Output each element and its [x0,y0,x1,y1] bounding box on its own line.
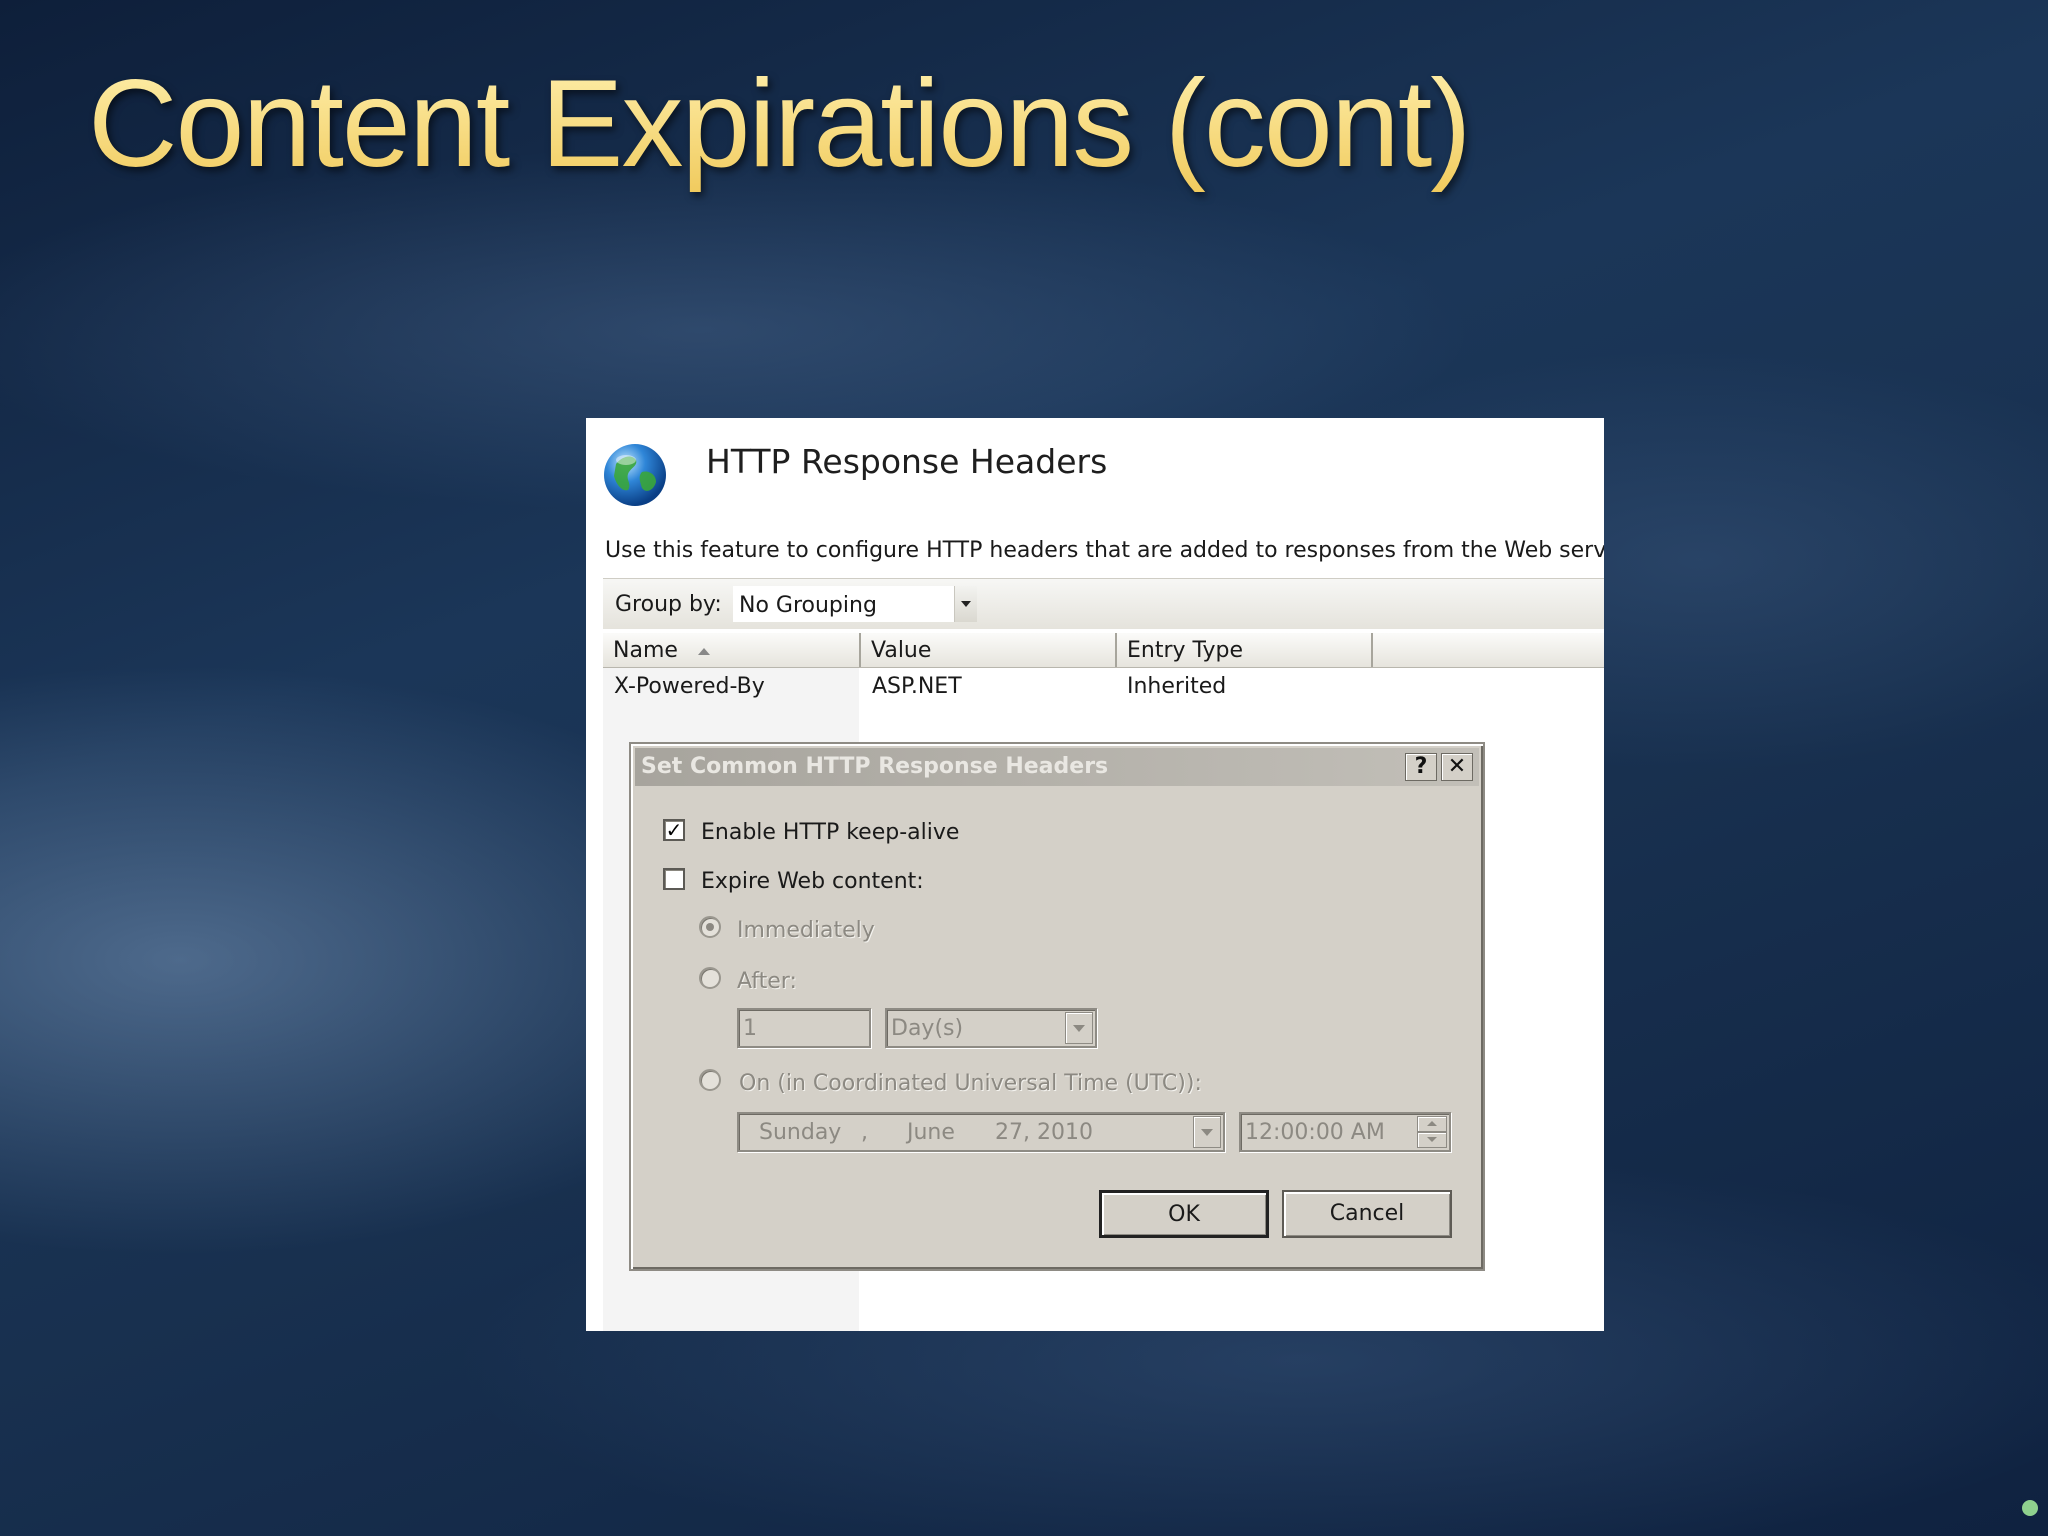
slide-indicator-dot [2022,1500,2038,1516]
row-name[interactable]: X-Powered-By [614,674,765,699]
date-day-year: 27, 2010 [995,1120,1093,1145]
group-by-select[interactable]: No Grouping [733,586,977,622]
keep-alive-checkbox[interactable]: ✓ [663,819,685,841]
check-icon: ✓ [665,818,683,842]
after-value: 1 [743,1016,757,1041]
immediately-label: Immediately [737,918,875,943]
on-date-label: On (in Coordinated Universal Time (UTC))… [739,1071,1202,1096]
dialog-title: Set Common HTTP Response Headers [641,754,1109,779]
sort-ascending-icon [697,647,710,655]
cancel-button[interactable]: Cancel [1282,1190,1452,1238]
time-value: 12:00:00 AM [1245,1120,1385,1145]
globe-icon [604,444,666,506]
date-month: June [907,1120,955,1145]
group-by-bar: Group by: No Grouping [603,578,1604,629]
chevron-down-icon[interactable] [954,586,977,622]
time-picker[interactable]: 12:00:00 AM [1239,1112,1451,1152]
group-by-label: Group by: [615,592,722,617]
ok-button[interactable]: OK [1099,1190,1269,1238]
row-entry-type[interactable]: Inherited [1127,674,1226,699]
after-value-input[interactable]: 1 [737,1008,871,1048]
immediately-radio[interactable] [699,916,721,938]
chevron-down-icon[interactable] [1065,1012,1093,1044]
expire-content-label: Expire Web content: [701,869,924,894]
panel-title: HTTP Response Headers [706,442,1108,481]
spin-down-icon[interactable] [1417,1132,1447,1148]
date-day: Sunday [759,1120,842,1145]
set-common-headers-dialog: Set Common HTTP Response Headers ? ✕ ✓ E… [629,742,1485,1271]
after-label: After: [737,969,797,994]
column-header-name-label: Name [613,638,678,663]
column-header-entry-type[interactable]: Entry Type [1117,633,1373,667]
on-date-radio[interactable] [699,1069,721,1091]
column-header-value[interactable]: Value [861,633,1117,667]
close-button[interactable]: ✕ [1441,753,1473,781]
after-unit-value: Day(s) [891,1016,964,1041]
spin-up-icon[interactable] [1417,1116,1447,1132]
expire-content-checkbox[interactable] [663,868,685,890]
column-header-name[interactable]: Name [603,633,861,667]
row-value[interactable]: ASP.NET [872,674,962,699]
chevron-down-icon[interactable] [1193,1116,1221,1148]
after-radio[interactable] [699,967,721,989]
after-unit-select[interactable]: Day(s) [885,1008,1097,1048]
time-spinner[interactable] [1417,1116,1447,1148]
date-picker[interactable]: Sunday , June 27, 2010 [737,1112,1225,1152]
panel-description: Use this feature to configure HTTP heade… [605,538,1604,563]
column-header-empty [1373,633,1604,667]
slide-title: Content Expirations (cont) [88,50,1472,199]
help-button[interactable]: ? [1405,753,1437,781]
keep-alive-label: Enable HTTP keep-alive [701,820,960,845]
dialog-titlebar[interactable]: Set Common HTTP Response Headers ? ✕ [635,748,1479,786]
date-separator: , [861,1120,868,1145]
group-by-value: No Grouping [739,593,877,618]
grid-header: Name Value Entry Type [603,633,1604,668]
